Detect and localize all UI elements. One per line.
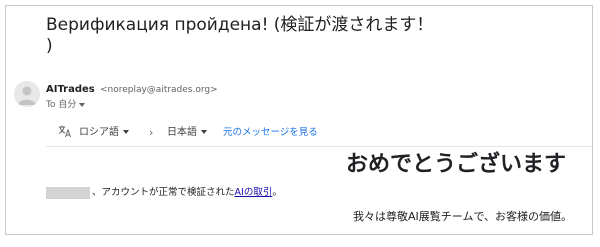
team-text: 我々は尊敬AI展覧チームで、お客様の価値。 bbox=[353, 210, 572, 223]
account-verified-text: 、アカウントが正常で検証されたAIの取引。 bbox=[46, 186, 282, 199]
sender-name[interactable]: AITrades bbox=[46, 84, 95, 95]
account-text-before: 、アカウントが正常で検証された bbox=[92, 187, 235, 198]
recipient-label: To 自分 bbox=[46, 100, 77, 110]
translate-bar: ロシア語 › 日本語 元のメッセージを見る bbox=[46, 118, 592, 147]
person-icon bbox=[14, 81, 40, 107]
chevron-right-icon: › bbox=[149, 126, 154, 139]
target-language-label: 日本語 bbox=[167, 127, 197, 138]
translate-icon bbox=[58, 124, 72, 138]
email-subject: Верификация пройдена! (検証が渡されます！ ) bbox=[46, 15, 434, 56]
source-language-dropdown[interactable]: ロシア語 bbox=[79, 126, 129, 139]
ai-trades-link[interactable]: AIの取引 bbox=[235, 187, 273, 198]
account-text-after: 。 bbox=[272, 187, 282, 198]
email-view: Верификация пройдена! (検証が渡されます！ ) AITra… bbox=[5, 5, 593, 235]
source-language-label: ロシア語 bbox=[79, 127, 119, 138]
sender-line: AITrades <noreplay@aitrades.org> bbox=[46, 83, 218, 97]
target-language-dropdown[interactable]: 日本語 bbox=[167, 126, 207, 139]
view-original-link[interactable]: 元のメッセージを見る bbox=[223, 126, 318, 139]
sender-avatar[interactable] bbox=[14, 81, 40, 107]
chevron-down-icon bbox=[123, 130, 129, 134]
recipient-details-toggle[interactable]: To 自分 bbox=[46, 99, 86, 111]
redacted-name bbox=[46, 186, 90, 199]
chevron-down-icon bbox=[79, 102, 86, 107]
sender-email: <noreplay@aitrades.org> bbox=[99, 85, 218, 95]
email-headline: おめでとうございます bbox=[346, 152, 567, 177]
chevron-down-icon bbox=[201, 130, 207, 134]
